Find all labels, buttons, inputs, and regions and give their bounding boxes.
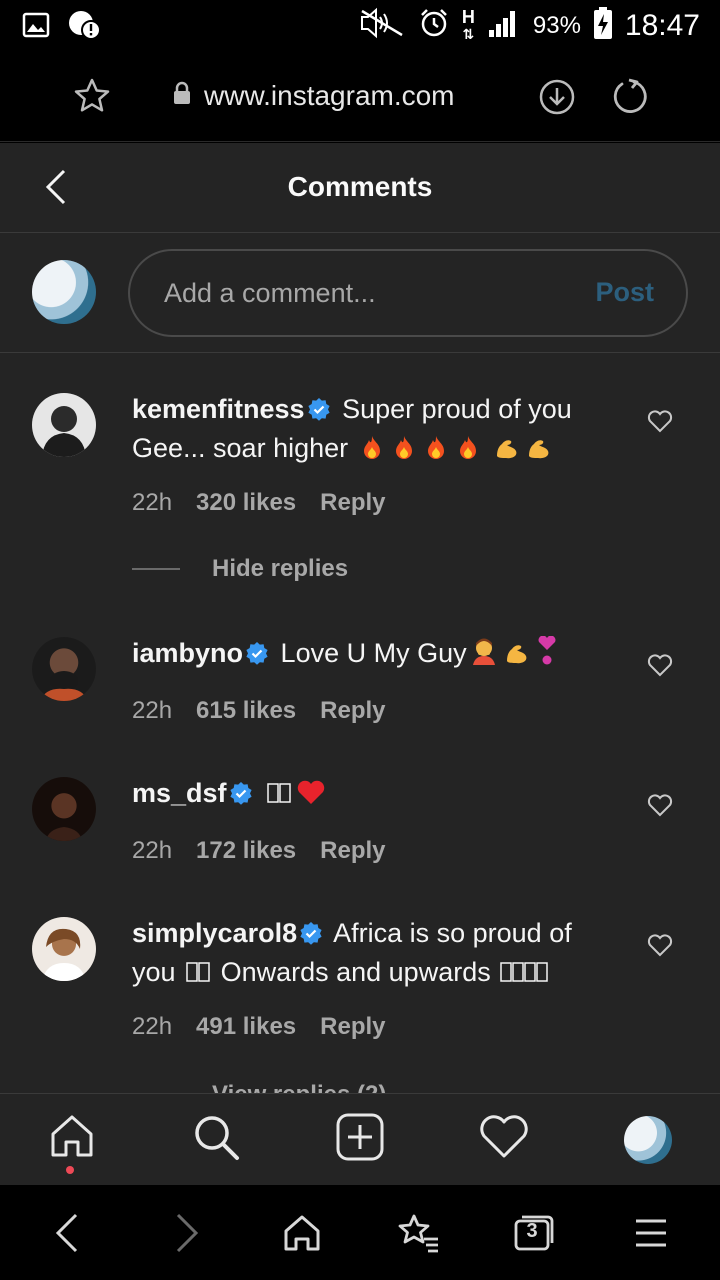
reply-button[interactable]: Reply	[320, 697, 385, 725]
fire-emoji-icon	[356, 433, 492, 463]
comment-input-placeholder: Add a comment...	[164, 278, 376, 308]
home-icon[interactable]	[48, 1112, 96, 1165]
reply-button[interactable]: Reply	[320, 489, 385, 517]
gallery-icon	[22, 11, 50, 44]
comment-text: kemenfitness Super proud of you Gee... s…	[132, 391, 602, 466]
avatar[interactable]	[32, 777, 96, 841]
comment-time: 22h	[132, 697, 173, 724]
avatar[interactable]	[32, 637, 96, 701]
download-icon[interactable]	[538, 78, 576, 121]
reply-button[interactable]: Reply	[320, 837, 385, 865]
browser-forward-icon[interactable]	[172, 1213, 202, 1258]
comment-meta: 22h 615 likes Reply	[132, 697, 386, 725]
comment-username[interactable]: ms_dsf	[132, 778, 227, 808]
tabs-button[interactable]: 3	[512, 1213, 556, 1258]
flexed-biceps-emoji-icon	[501, 638, 533, 668]
person-emoji-icon	[467, 638, 501, 668]
browser-toolbar: www.instagram.com	[0, 52, 720, 142]
app-bottom-nav	[0, 1093, 720, 1185]
browser-home-icon[interactable]	[282, 1213, 322, 1258]
comment-body-continued: Onwards and upwards	[220, 957, 491, 987]
heart-exclamation-emoji-icon	[533, 636, 561, 668]
bookmark-star-icon[interactable]	[72, 76, 112, 121]
verified-badge-icon	[229, 778, 253, 814]
flexed-biceps-emoji-icon	[491, 433, 555, 463]
comment-username[interactable]: iambyno	[132, 638, 243, 668]
alarm-icon	[418, 7, 450, 44]
menu-icon[interactable]	[634, 1213, 668, 1258]
like-heart-icon[interactable]	[647, 793, 673, 822]
clock: 18:47	[624, 8, 700, 42]
like-heart-icon[interactable]	[647, 409, 673, 438]
search-icon[interactable]	[191, 1112, 241, 1167]
bookmarks-icon[interactable]	[396, 1213, 440, 1258]
red-heart-emoji-icon	[294, 778, 328, 808]
comment-likes[interactable]: 172 likes	[196, 837, 296, 865]
hide-replies-toggle[interactable]: Hide replies	[132, 555, 348, 583]
comment-likes[interactable]: 615 likes	[196, 697, 296, 725]
comment-composer: Add a comment... Post	[0, 234, 720, 353]
comment-likes[interactable]: 491 likes	[196, 1013, 296, 1041]
battery-charging-icon	[593, 6, 613, 45]
page-title: Comments	[287, 171, 433, 202]
avatar[interactable]	[32, 917, 96, 981]
battery-percent: 93%	[532, 11, 581, 39]
hide-replies-label: Hide replies	[212, 555, 349, 582]
comment-time: 22h	[132, 1013, 173, 1040]
lock-icon	[172, 80, 192, 112]
browser-bottom-bar: 3	[0, 1185, 720, 1280]
like-heart-icon[interactable]	[647, 653, 673, 682]
comment-text: ms_dsf	[132, 775, 602, 814]
divider	[132, 568, 180, 570]
comments-header: Comments	[0, 143, 720, 233]
current-user-avatar	[32, 260, 96, 324]
browser-back-icon[interactable]	[52, 1213, 82, 1258]
comment-username[interactable]: simplycarol8	[132, 918, 297, 948]
comment-text: simplycarol8 Africa is so proud of you O…	[132, 915, 602, 990]
tabs-count: 3	[526, 1220, 538, 1242]
reload-icon[interactable]	[610, 76, 648, 121]
post-button[interactable]: Post	[595, 277, 654, 308]
comment-time: 22h	[132, 837, 173, 864]
unknown-emoji-glyph-icon	[183, 957, 213, 987]
verified-badge-icon	[299, 918, 323, 954]
comment-meta: 22h 172 likes Reply	[132, 837, 386, 865]
alert-icon	[68, 10, 102, 45]
activity-heart-icon[interactable]	[478, 1112, 530, 1165]
comment-meta: 22h 320 likes Reply	[132, 489, 386, 517]
mute-icon	[358, 7, 406, 44]
address-bar[interactable]: www.instagram.com	[172, 80, 455, 112]
comment-time: 22h	[132, 489, 173, 516]
status-bar: H ⇅ 93% 18:47	[0, 0, 720, 52]
comment-input[interactable]: Add a comment... Post	[128, 249, 688, 337]
comment-username[interactable]: kemenfitness	[132, 394, 305, 424]
notification-dot	[66, 1166, 74, 1174]
verified-badge-icon	[307, 394, 331, 430]
verified-badge-icon	[245, 638, 269, 674]
network-type-icon: H ⇅	[461, 7, 475, 42]
comment-likes[interactable]: 320 likes	[196, 489, 296, 517]
signal-icon	[487, 8, 521, 43]
comment-text: iambyno Love U My Guy	[132, 635, 602, 674]
comments-screen: Comments Add a comment... Post kemenfitn…	[0, 143, 720, 1183]
comment-body: Love U My Guy	[280, 638, 467, 668]
avatar[interactable]	[32, 393, 96, 457]
reply-button[interactable]: Reply	[320, 1013, 385, 1041]
comment-meta: 22h 491 likes Reply	[132, 1013, 386, 1041]
url-text: www.instagram.com	[204, 80, 455, 111]
like-heart-icon[interactable]	[647, 933, 673, 962]
profile-avatar[interactable]	[624, 1116, 672, 1164]
unknown-emoji-glyph-icon	[264, 778, 294, 808]
new-post-icon[interactable]	[335, 1112, 385, 1167]
unknown-emoji-glyph-icon	[498, 957, 552, 987]
